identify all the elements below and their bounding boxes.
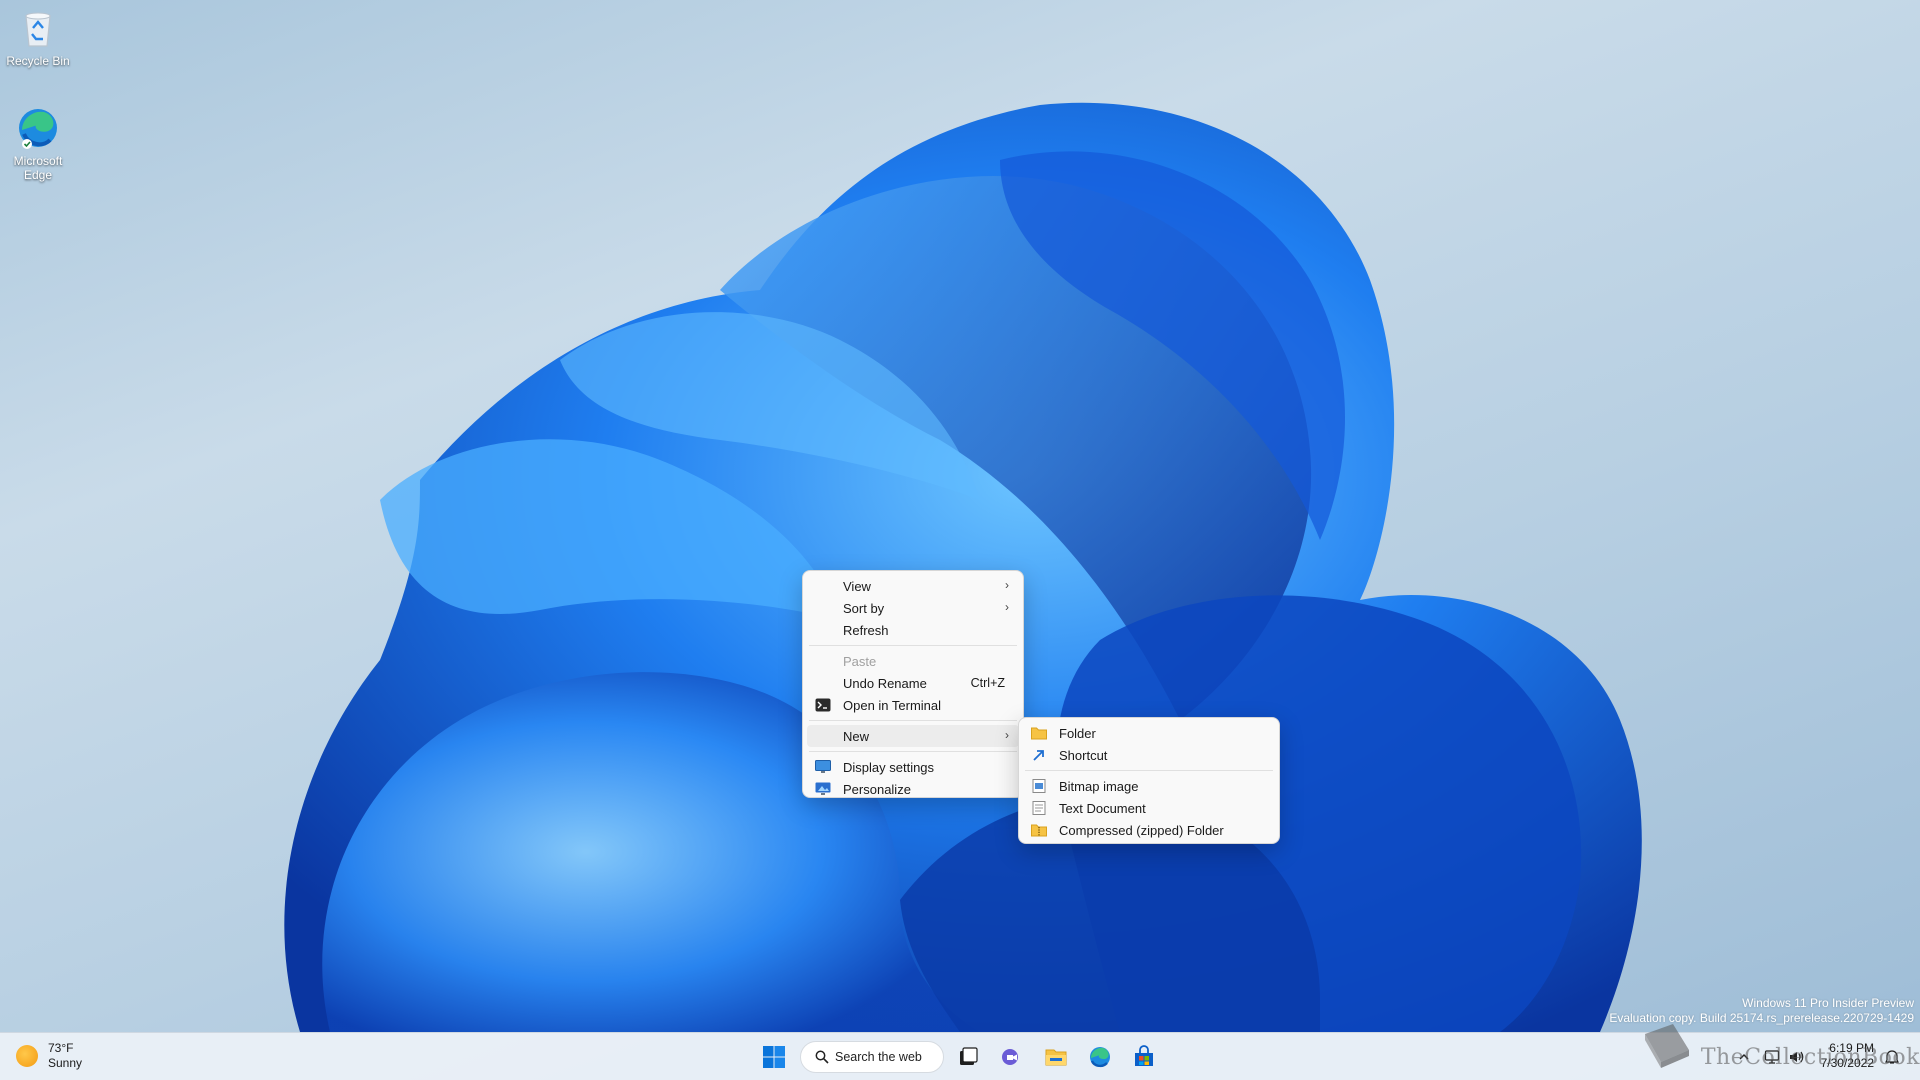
taskbar: 73°F Sunny Search the web 6:19 PM 7/30/2… [0,1032,1920,1080]
shortcut-icon [1033,750,1044,761]
bitmap-image-icon [1032,779,1046,793]
taskbar-search-box[interactable]: Search the web [800,1041,944,1073]
collection-book-watermark: TheCollectionBook [1639,1020,1920,1070]
sun-icon [16,1045,38,1067]
file-explorer-icon [1045,1049,1067,1066]
windows-logo-icon [763,1046,785,1068]
weather-widget[interactable]: 73°F Sunny [16,1041,82,1071]
terminal-icon [815,698,831,712]
menu-item-display-settings[interactable]: Display settings [807,756,1019,778]
text-document-icon [1032,801,1046,815]
task-view-icon [960,1047,978,1065]
desktop-context-menu: View › Sort by › Refresh Paste Undo Rena… [802,570,1024,798]
chevron-right-icon: › [1005,578,1009,592]
submenu-item-folder[interactable]: Folder [1023,722,1275,744]
new-submenu: Folder Shortcut Bitmap image Text Docume… [1018,717,1280,844]
book-icon [1644,1024,1689,1068]
menu-separator [1025,770,1273,771]
desktop-icon-recycle-bin[interactable]: Recycle Bin [0,6,76,68]
task-view-button[interactable] [950,1039,986,1075]
chevron-right-icon: › [1005,728,1009,742]
edge-icon [19,109,57,149]
personalize-icon [815,782,831,795]
display-settings-icon [815,760,831,773]
undo-rename-shortcut: Ctrl+Z [970,676,1005,690]
menu-item-open-in-terminal[interactable]: Open in Terminal [807,694,1019,716]
desktop-icon-microsoft-edge[interactable]: Microsoft Edge [0,106,76,182]
recycle-bin-icon [25,12,51,47]
teams-chat-button[interactable] [994,1039,1030,1075]
microsoft-edge-label: Microsoft Edge [13,154,63,182]
submenu-item-bitmap-image[interactable]: Bitmap image [1023,775,1275,797]
submenu-item-shortcut[interactable]: Shortcut [1023,744,1275,766]
menu-item-paste: Paste [843,653,877,669]
menu-item-new[interactable]: New › [807,725,1019,747]
search-label: Search the web [835,1050,922,1064]
menu-separator [809,645,1017,646]
weather-condition: Sunny [48,1056,83,1070]
weather-temperature: 73°F [48,1041,74,1055]
microsoft-store-icon [1135,1045,1153,1066]
menu-item-personalize[interactable]: Personalize [807,778,1019,800]
recycle-bin-label: Recycle Bin [6,54,70,68]
edge-taskbar-button[interactable] [1082,1039,1118,1075]
collection-book-text: TheCollectionBook [1700,1045,1920,1070]
menu-separator [809,720,1017,721]
search-icon [815,1050,829,1064]
edge-icon [1090,1047,1110,1068]
menu-item-view[interactable]: View › [807,575,1019,597]
teams-chat-icon [1002,1049,1018,1065]
menu-item-sort-by[interactable]: Sort by › [807,597,1019,619]
file-explorer-button[interactable] [1038,1039,1074,1075]
submenu-item-compressed-folder[interactable]: Compressed (zipped) Folder [1023,819,1275,841]
microsoft-store-button[interactable] [1126,1039,1162,1075]
menu-separator [809,751,1017,752]
menu-item-undo-rename[interactable]: Undo Rename Ctrl+Z [807,672,1019,694]
chevron-right-icon: › [1005,600,1009,614]
folder-icon [1031,727,1047,740]
zip-folder-icon [1031,824,1047,837]
start-button[interactable] [756,1039,792,1075]
watermark-line-1: Windows 11 Pro Insider Preview [1742,996,1914,1010]
submenu-item-text-document[interactable]: Text Document [1023,797,1275,819]
menu-item-refresh[interactable]: Refresh [807,619,1019,641]
wallpaper-bloom [284,102,1642,1032]
